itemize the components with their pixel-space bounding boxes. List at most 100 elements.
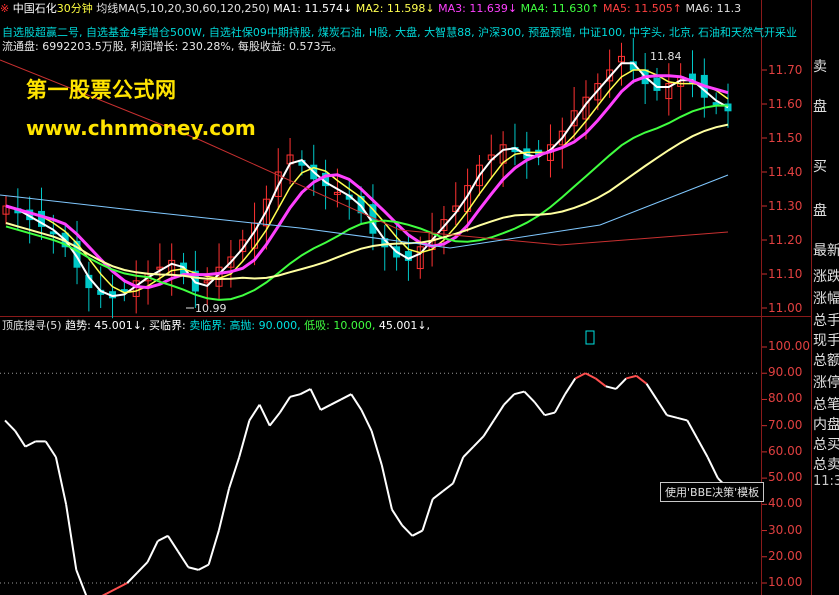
indicator-segment (696, 438, 709, 458)
indicator-tick: 50.00 (768, 470, 803, 485)
price-low-mark: 10.99 (195, 302, 227, 315)
indicator-tick: 10.00 (768, 575, 803, 589)
indicator-segment (635, 375, 648, 385)
indicator-segment (686, 419, 699, 440)
indicator-segment (207, 530, 220, 565)
indicator-header: 顶底搜寻(5) 趋势: 45.001↓, 买临界: 卖临界: 高抛: 90.00… (2, 319, 430, 332)
indicator-segment (177, 550, 190, 568)
indicator-segment (544, 411, 556, 417)
indicator-segment (666, 414, 678, 419)
indicator-tick: 30.00 (768, 522, 803, 537)
indicator-segment (421, 498, 434, 531)
indicator-segment (4, 419, 16, 432)
indicator-segment (625, 374, 637, 380)
indicator-segment (44, 440, 57, 458)
indicator-segment (482, 419, 495, 437)
indicator-segment (320, 403, 332, 411)
indicator-segment (574, 372, 586, 380)
quote-label: 买 (813, 159, 827, 175)
indicator-segment (432, 490, 444, 500)
indicator-segment (289, 393, 301, 398)
indicator-segment (54, 456, 68, 505)
watermark-title: 第一股票公式网 (26, 78, 177, 102)
stock-name[interactable]: 中国石化 (13, 2, 57, 15)
ma3-line (5, 74, 729, 290)
indicator-low: 低吸: 10.000, (304, 319, 376, 332)
watermark-url: www.chnmoney.com (26, 116, 256, 140)
period-label[interactable]: 30分钟 (57, 2, 93, 15)
ma1-value: MA1: 11.574↓ (273, 2, 353, 15)
symbol-icon[interactable]: ※ (0, 2, 9, 15)
indicator-name[interactable]: 顶底搜寻(5) (2, 319, 62, 332)
indicator-segment (401, 524, 414, 537)
quote-label: 总买 (813, 437, 839, 453)
indicator-segment (605, 385, 617, 390)
indicator-segment (370, 430, 383, 466)
indicator-segment (360, 409, 373, 432)
indicator-segment (350, 393, 363, 411)
indicator-segment (157, 534, 169, 542)
indicator-segment (279, 396, 291, 414)
quote-label: 盘 (813, 203, 827, 219)
indicator-segment (452, 456, 465, 484)
quote-label: 11:3 (813, 474, 839, 489)
price-tick: 11.70 (768, 63, 803, 77)
indicator-segment (309, 388, 322, 411)
ma4-value: MA4: 11.630↑ (520, 2, 600, 15)
indicator-segment (584, 372, 597, 380)
stock-info: 流通盘: 6992203.5万股, 利润增长: 230.28%, 每股收益: 0… (2, 40, 343, 53)
indicator-segment (299, 388, 311, 396)
indicator-sell: 卖临界: (189, 319, 226, 332)
info-panel-divider (811, 0, 812, 595)
quote-label: 总卖 (813, 457, 839, 473)
indicator-segment (126, 571, 139, 584)
indicator-value: 45.001↓, (378, 319, 431, 332)
price-tick: 11.10 (768, 267, 803, 281)
ma3-value: MA3: 11.639↓ (438, 2, 518, 15)
template-tooltip: 使用'BBE决策'模板 (660, 482, 765, 502)
indicator-segment (228, 456, 241, 489)
ma-header: ※ 中国石化30分钟 均线MA(5,10,20,30,60,120,250) M… (0, 2, 741, 15)
indicator-segment (462, 445, 475, 458)
indicator-segment (116, 582, 128, 590)
price-tick: 11.20 (768, 233, 803, 247)
cursor-marker (585, 330, 595, 345)
quote-label: 总额 (813, 353, 839, 369)
indicator-segment (248, 404, 261, 421)
indicator-tick: 20.00 (768, 548, 803, 563)
quote-label: 内盘 (813, 417, 839, 433)
price-tick: 11.40 (768, 165, 803, 179)
indicator-tick: 80.00 (768, 391, 803, 406)
ma-label[interactable]: 均线MA(5,10,20,30,60,120,250) (96, 2, 270, 15)
indicator-segment (146, 540, 159, 563)
indicator-segment (238, 420, 251, 458)
indicator-segment (503, 393, 515, 406)
indicator-segment (492, 404, 505, 421)
price-tick: 11.30 (768, 199, 803, 213)
indicator-segment (65, 504, 78, 571)
sector-tags[interactable]: 自选股超赢二号, 自选基金4季增仓500W, 自选社保09中期持股, 煤炭石油,… (2, 26, 797, 39)
ma5-value: MA5: 11.505↑ (603, 2, 682, 15)
indicator-segment (391, 509, 403, 526)
indicator-segment (513, 390, 525, 396)
indicator-segment (706, 456, 719, 479)
quote-label: 总手 (813, 313, 839, 329)
indicator-segment (198, 563, 210, 571)
indicator-tick: 90.00 (768, 365, 803, 380)
indicator-segment (188, 566, 199, 571)
indicator-segment (564, 377, 577, 395)
indicator-segment (523, 390, 536, 403)
indicator-segment (268, 411, 281, 427)
quote-label: 现手 (813, 333, 839, 349)
indicator-segment (442, 482, 454, 493)
indicator-segment (75, 569, 88, 595)
ma6-value: MA6: 11.3 (685, 2, 742, 15)
indicator-segment (330, 398, 342, 406)
ma2-value: MA2: 11.598↓ (355, 2, 435, 15)
indicator-segment (136, 561, 149, 574)
indicator-buy: 买临界: (149, 319, 186, 332)
indicator-segment (14, 430, 27, 448)
indicator-segment (472, 435, 485, 448)
indicator-segment (380, 464, 393, 510)
indicator-high: 高抛: 90.000, (229, 319, 301, 332)
